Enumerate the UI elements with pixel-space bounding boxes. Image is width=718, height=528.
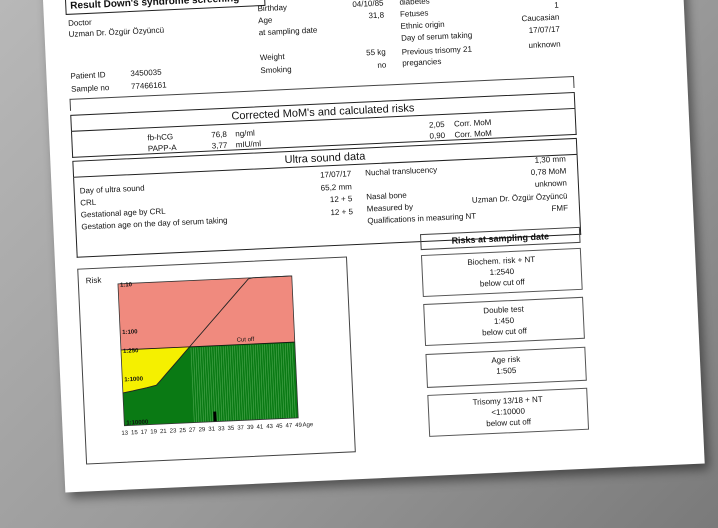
x-axis-label: Age [302,422,314,429]
pappa-unit: mIU/ml [235,139,262,150]
nasal-label: Nasal bone [366,190,407,202]
fetuses-label: Fetuses [399,8,429,19]
x-tick-label: 19 [150,429,158,435]
y-tick-label: 1:100 [122,329,138,336]
x-tick-label: 43 [266,424,274,430]
pappa-mom-label: Corr. MoM [454,128,493,140]
risk-box-trisomy: Trisomy 13/18 + NT <1:10000 below cut of… [427,387,590,437]
crl-label: CRL [80,197,97,208]
fbhcg-mom-label: Corr. MoM [453,117,492,129]
x-tick-label: 15 [131,430,139,436]
x-tick-label: 37 [237,425,245,431]
high-risk-zone [117,275,295,350]
x-tick-label: 27 [189,427,197,433]
doctor-label: Doctor [67,17,92,28]
pappa-value: 3,77 [211,140,228,151]
x-tick-label: 47 [285,423,293,429]
x-tick-label: 23 [170,428,178,434]
risk-box-double-test: Double test 1:450 below cut off [423,296,585,347]
risk-chart: 1:10 1:100 1:250 1:1000 1:10000 Cut off 13 15 17… [117,275,314,437]
risks-title: Risks at sampling date [451,231,550,246]
y-tick-label: 1:250 [123,348,139,355]
x-tick-label: 21 [160,429,168,435]
fbhcg-mom: 2,05 [428,119,445,130]
y-tick-label: 1:1000 [124,376,144,383]
prev-trisomy-label-2: pregancies [402,56,442,68]
risk-box-biochem: Biochem. risk + NT 1:2540 below cut off [420,247,583,298]
fbhcg-unit: ng/ml [235,128,256,139]
risk-box-age: Age risk 1:505 [425,346,587,388]
pappa-mom: 0,90 [429,130,446,141]
report-page: Result Down's syndrome screening Doctor … [42,0,705,493]
age-label: Age [257,15,273,26]
pappa-label: PAPP-A [147,143,177,154]
weight-label: Weight [259,52,285,63]
sample-no: 77466161 [130,80,167,92]
x-tick-label: 41 [256,424,264,430]
x-tick-label: 39 [247,425,255,431]
x-tick-label: 13 [121,431,129,437]
y-tick-label: 1:10 [120,282,133,289]
fbhcg-value: 76,8 [211,129,228,140]
smoking-label: Smoking [260,64,292,76]
x-tick-label: 31 [208,427,216,433]
y-tick-label: 1:10000 [126,420,149,427]
patient-id-label: Patient ID [70,70,106,81]
fbhcg-label: fb-hCG [147,132,174,143]
diabetes-label: diabetes [399,0,430,7]
x-tick-label: 17 [141,430,149,436]
ethnic-label: Ethnic origin [400,19,445,31]
measured-label: Measured by [366,202,414,214]
x-tick-label: 45 [276,424,284,430]
cutoff-label: Cut off [237,337,255,344]
x-tick-label: 35 [228,426,236,432]
sample-no-label: Sample no [70,83,110,94]
patient-marker [213,411,217,422]
x-tick-label: 29 [199,427,207,433]
x-tick-label: 25 [179,428,187,434]
patient-id: 3450035 [130,67,162,79]
x-tick-label: 33 [218,426,226,432]
birthday-label: Birthday [257,2,288,14]
